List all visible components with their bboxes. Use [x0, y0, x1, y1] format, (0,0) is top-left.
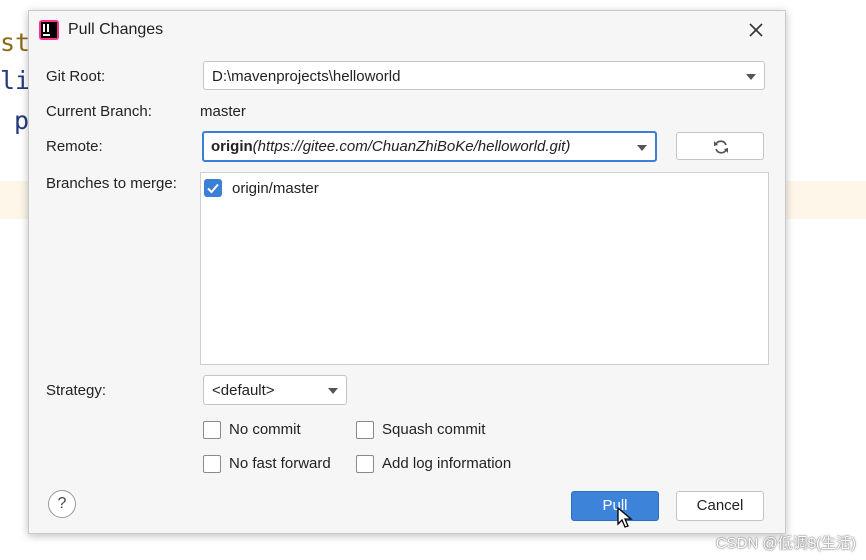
branch-label: origin/master — [232, 180, 319, 197]
strategy-label: Strategy: — [46, 382, 107, 399]
checkbox-box — [356, 421, 374, 439]
remote-url: (https://gitee.com/ChuanZhiBoKe/hellowor… — [252, 138, 571, 155]
dialog-titlebar: Pull Changes — [29, 11, 785, 49]
close-icon — [749, 23, 763, 37]
current-branch-value: master — [200, 103, 246, 120]
no-fast-forward-label: No fast forward — [229, 455, 331, 472]
pull-button[interactable]: Pull — [571, 491, 659, 521]
squash-commit-label: Squash commit — [382, 421, 486, 438]
current-branch-label: Current Branch: — [46, 103, 152, 120]
mouse-pointer-icon — [617, 507, 633, 528]
remote-select[interactable]: origin(https://gitee.com/ChuanZhiBoKe/he… — [202, 131, 657, 162]
chevron-down-icon — [637, 145, 647, 151]
editor-code-fragment: st — [0, 28, 31, 57]
strategy-value: <default> — [212, 382, 275, 399]
editor-code-fragment: p — [14, 106, 30, 135]
git-root-value: D:\mavenprojects\helloworld — [212, 68, 401, 85]
intellij-icon — [39, 20, 59, 40]
git-root-label: Git Root: — [46, 68, 106, 85]
checkbox-box — [203, 455, 221, 473]
checkbox-box — [356, 455, 374, 473]
watermark: CSDN @低调$(生活) — [715, 535, 856, 552]
help-button[interactable]: ? — [48, 490, 76, 518]
checkmark-icon — [207, 183, 219, 194]
checkbox-box — [203, 421, 221, 439]
remote-label: Remote: — [46, 138, 103, 155]
dialog-title: Pull Changes — [68, 21, 164, 38]
remote-value: origin(https://gitee.com/ChuanZhiBoKe/he… — [211, 138, 570, 155]
strategy-select[interactable]: <default> — [203, 375, 347, 405]
chevron-down-icon — [746, 74, 756, 80]
git-root-select[interactable]: D:\mavenprojects\helloworld — [203, 61, 765, 90]
branches-to-merge-label: Branches to merge: — [46, 175, 177, 192]
remote-name: origin — [211, 138, 253, 155]
branches-list: origin/master — [200, 172, 769, 365]
branch-checkbox[interactable] — [204, 179, 222, 197]
pull-changes-dialog: Pull Changes Git Root: D:\mavenprojects\… — [28, 10, 786, 534]
no-commit-label: No commit — [229, 421, 301, 438]
close-button[interactable] — [741, 15, 771, 45]
refresh-icon — [714, 140, 728, 154]
cancel-button[interactable]: Cancel — [676, 491, 764, 521]
chevron-down-icon — [328, 388, 338, 394]
editor-code-fragment: li — [0, 66, 31, 95]
add-log-information-label: Add log information — [382, 455, 512, 472]
refresh-remotes-button[interactable] — [676, 132, 764, 160]
